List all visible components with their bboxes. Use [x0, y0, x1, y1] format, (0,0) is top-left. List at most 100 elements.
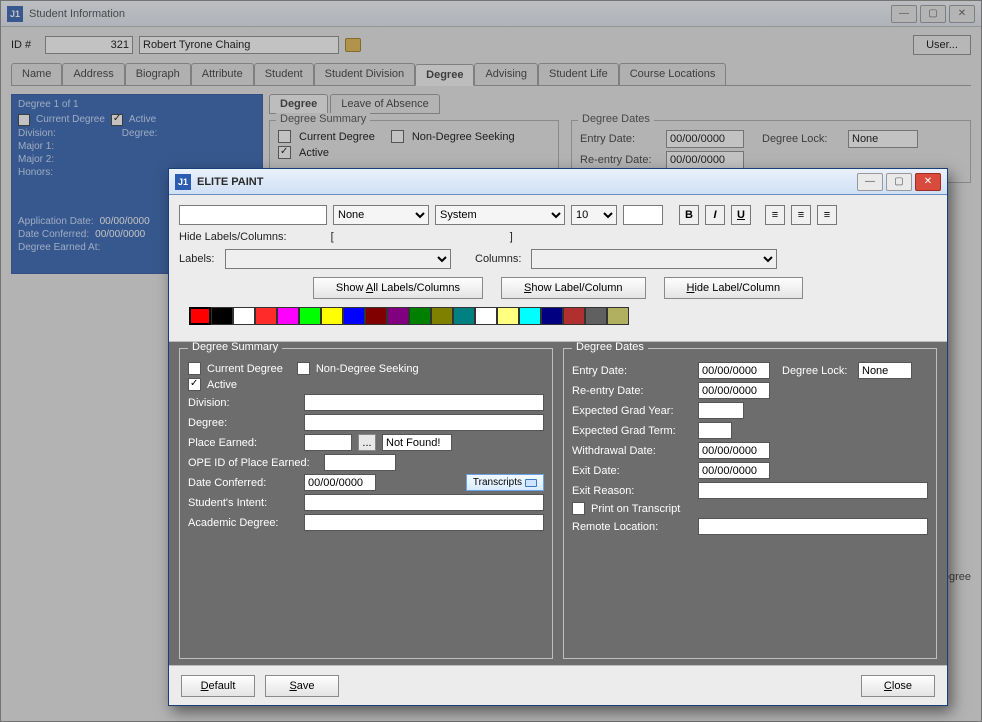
swatch-6[interactable] — [321, 307, 343, 325]
modal-degree-input[interactable] — [304, 414, 544, 431]
align-left-button[interactable]: ≡ — [765, 205, 785, 225]
close-icon[interactable]: ✕ — [949, 5, 975, 23]
bg-nondegree-checkbox[interactable] — [391, 130, 404, 143]
subtab-loa[interactable]: Leave of Absence — [330, 94, 439, 114]
swatch-18[interactable] — [585, 307, 607, 325]
modal-placeearned-input[interactable] — [304, 434, 352, 451]
folder-icon[interactable] — [345, 38, 361, 52]
swatch-14[interactable] — [497, 307, 519, 325]
bg-active-checkbox[interactable] — [278, 146, 291, 159]
tab-advising[interactable]: Advising — [474, 63, 538, 85]
modal-reentry-input[interactable] — [698, 382, 770, 399]
modal-dateconf-input[interactable] — [304, 474, 376, 491]
save-button[interactable]: Save — [265, 675, 339, 697]
swatch-2[interactable] — [233, 307, 255, 325]
modal-intent-input[interactable] — [304, 494, 544, 511]
modal-exit-label: Exit Date: — [572, 465, 692, 477]
swatch-15[interactable] — [519, 307, 541, 325]
modal-degreelock-input[interactable] — [858, 362, 912, 379]
show-button[interactable]: Show Label/Column — [501, 277, 645, 299]
close-button[interactable]: Close — [861, 675, 935, 697]
labels-select[interactable] — [225, 249, 451, 269]
swatch-19[interactable] — [607, 307, 629, 325]
swatch-9[interactable] — [387, 307, 409, 325]
modal-nondegree-checkbox[interactable] — [297, 362, 310, 375]
modal-minimize-icon[interactable]: — — [857, 173, 883, 191]
sidebar-current-degree-checkbox[interactable] — [18, 114, 30, 126]
swatch-0[interactable] — [189, 307, 211, 325]
toolbar-style-select[interactable]: None — [333, 205, 429, 225]
tab-student[interactable]: Student — [254, 63, 314, 85]
swatch-1[interactable] — [211, 307, 233, 325]
swatch-8[interactable] — [365, 307, 387, 325]
id-number-input[interactable] — [45, 36, 133, 54]
swatch-4[interactable] — [277, 307, 299, 325]
swatch-7[interactable] — [343, 307, 365, 325]
toolbar-text-input[interactable] — [179, 205, 327, 225]
tab-degree[interactable]: Degree — [415, 64, 474, 86]
modal-exitreason-input[interactable] — [698, 482, 928, 499]
bg-titlebar: J1 Student Information — ▢ ✕ — [1, 1, 981, 27]
maximize-icon[interactable]: ▢ — [920, 5, 946, 23]
modal-transcripts-button[interactable]: Transcripts — [466, 474, 544, 491]
modal-entry-input[interactable] — [698, 362, 770, 379]
swatch-12[interactable] — [453, 307, 475, 325]
tab-name[interactable]: Name — [11, 63, 62, 85]
swatch-13[interactable] — [475, 307, 497, 325]
sidebar-division-label: Division: — [18, 128, 56, 139]
subtab-degree[interactable]: Degree — [269, 94, 328, 114]
tab-course-locations[interactable]: Course Locations — [619, 63, 727, 85]
tab-biograph[interactable]: Biograph — [125, 63, 191, 85]
hide-button[interactable]: Hide Label/Column — [664, 277, 804, 299]
id-name-input[interactable] — [139, 36, 339, 54]
modal-summary-legend: Degree Summary — [188, 342, 282, 353]
bracket-left: [ — [331, 231, 334, 243]
modal-academicdegree-input[interactable] — [304, 514, 544, 531]
tab-student-division[interactable]: Student Division — [314, 63, 416, 85]
swatch-17[interactable] — [563, 307, 585, 325]
swatch-3[interactable] — [255, 307, 277, 325]
sidebar-current-degree-label: Current Degree — [36, 114, 105, 126]
toolbar-color-input[interactable] — [623, 205, 663, 225]
modal-placeearned-browse-button[interactable]: ... — [358, 434, 376, 451]
default-button[interactable]: Default — [181, 675, 255, 697]
swatch-10[interactable] — [409, 307, 431, 325]
modal-opeid-input[interactable] — [324, 454, 396, 471]
underline-button[interactable]: U — [731, 205, 751, 225]
sidebar-active-checkbox[interactable] — [111, 114, 123, 126]
modal-division-input[interactable] — [304, 394, 544, 411]
minimize-icon[interactable]: — — [891, 5, 917, 23]
id-row: ID # User... — [11, 35, 971, 55]
swatch-5[interactable] — [299, 307, 321, 325]
modal-withdrawal-input[interactable] — [698, 442, 770, 459]
modal-current-degree-checkbox[interactable] — [188, 362, 201, 375]
bg-reentry-input[interactable] — [666, 151, 744, 169]
modal-active-checkbox[interactable] — [188, 378, 201, 391]
bold-button[interactable]: B — [679, 205, 699, 225]
modal-exit-input[interactable] — [698, 462, 770, 479]
toolbar-font-select[interactable]: System — [435, 205, 565, 225]
tab-student-life[interactable]: Student Life — [538, 63, 619, 85]
user-button[interactable]: User... — [913, 35, 971, 55]
swatch-11[interactable] — [431, 307, 453, 325]
bg-degreelock-input[interactable] — [848, 130, 918, 148]
tab-attribute[interactable]: Attribute — [191, 63, 254, 85]
modal-expterm-input[interactable] — [698, 422, 732, 439]
align-right-button[interactable]: ≡ — [817, 205, 837, 225]
modal-remote-input[interactable] — [698, 518, 928, 535]
italic-button[interactable]: I — [705, 205, 725, 225]
modal-reentry-label: Re-entry Date: — [572, 385, 692, 397]
modal-expyear-input[interactable] — [698, 402, 744, 419]
columns-select[interactable] — [531, 249, 777, 269]
bg-current-degree-checkbox[interactable] — [278, 130, 291, 143]
modal-maximize-icon[interactable]: ▢ — [886, 173, 912, 191]
align-center-button[interactable]: ≡ — [791, 205, 811, 225]
show-all-button[interactable]: Show All Labels/Columns — [313, 277, 483, 299]
modal-printtranscript-checkbox[interactable] — [572, 502, 585, 515]
bg-entry-input[interactable] — [666, 130, 744, 148]
modal-close-icon[interactable]: ✕ — [915, 173, 941, 191]
toolbar-size-select[interactable]: 10 — [571, 205, 617, 225]
swatch-16[interactable] — [541, 307, 563, 325]
modal-withdrawal-label: Withdrawal Date: — [572, 445, 692, 457]
tab-address[interactable]: Address — [62, 63, 124, 85]
